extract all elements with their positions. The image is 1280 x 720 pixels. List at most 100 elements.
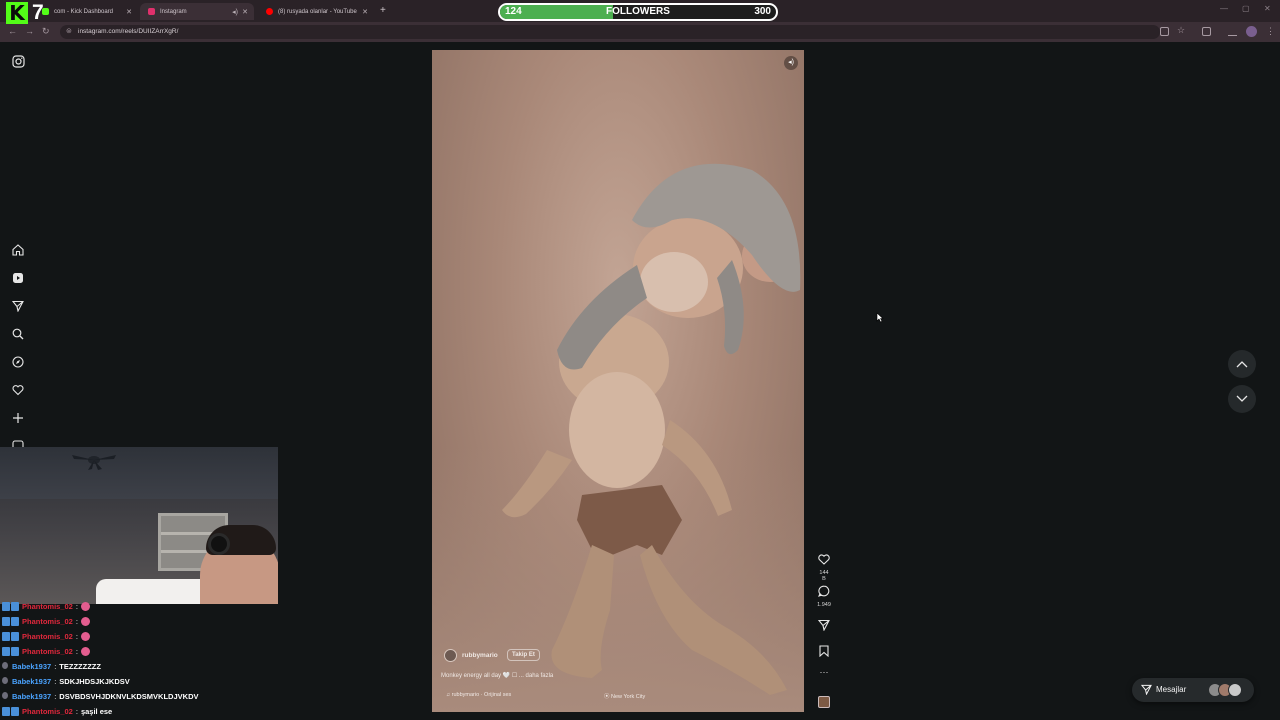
address-input[interactable]: ⊜ instagram.com/reels/DUIIZArrXgR/ (60, 25, 1160, 39)
follower-goal-bar: 124 FOLLOWERS 300 (498, 3, 778, 21)
window-close-icon[interactable]: ✕ (1264, 4, 1271, 13)
forward-icon[interactable]: → (25, 26, 34, 36)
bookmark-star-icon[interactable]: ☆ (1177, 25, 1185, 36)
tab-title: com - Kick Dashboard (54, 8, 114, 15)
tab-instagram[interactable]: Instagram ◂) ✕ (140, 3, 254, 20)
chat-message: Phantomis_02 : (2, 630, 90, 643)
media-icon[interactable] (1228, 27, 1237, 36)
chevron-down-icon (1236, 395, 1248, 402)
tab-kick-dashboard[interactable]: com - Kick Dashboard ✕ (34, 3, 138, 20)
reels-icon[interactable] (11, 271, 25, 285)
kick-number: 7 (32, 1, 44, 24)
save-button[interactable] (817, 644, 831, 662)
reload-icon[interactable]: ↻ (42, 26, 50, 37)
chat-username[interactable]: Phantomis_02 (22, 647, 73, 656)
maximize-icon[interactable]: ▢ (1242, 4, 1250, 13)
chat-text: TEZZZZZZZ (59, 662, 101, 671)
emote-icon (80, 647, 90, 656)
close-icon[interactable]: ✕ (126, 8, 132, 16)
menu-icon[interactable]: ⋮ (1266, 26, 1275, 37)
chat-message: Babek1937 : SDKJHDSJKJKDSV (2, 675, 130, 688)
subscriber-badge-icon (2, 707, 20, 716)
chat-username[interactable]: Phantomis_02 (22, 617, 73, 626)
tab-title: Instagram (160, 8, 187, 15)
follower-current: 124 (505, 6, 522, 17)
ceiling-fan-icon (72, 455, 116, 470)
heart-icon[interactable] (11, 383, 25, 397)
avatar (1228, 683, 1242, 697)
webcam-overlay (0, 447, 278, 604)
chat-username[interactable]: Phantomis_02 (22, 602, 73, 611)
minimize-icon[interactable]: — (1220, 4, 1228, 13)
subscriber-badge-icon (2, 602, 20, 611)
create-icon[interactable] (11, 411, 25, 425)
author-avatar[interactable] (444, 649, 457, 662)
reel-video[interactable] (432, 50, 804, 712)
author-username[interactable]: rubbymario (462, 652, 498, 659)
mute-icon[interactable]: ◂) (784, 56, 798, 70)
previous-reel-button[interactable] (1228, 350, 1256, 378)
address-toolbar: ← → ↻ ⊜ instagram.com/reels/DUIIZArrXgR/… (0, 22, 1280, 42)
cast-icon[interactable] (1160, 27, 1169, 36)
profile-avatar[interactable] (1246, 26, 1257, 37)
chat-message: Babek1937 : DSVBDSVHJDKNVLKDSMVKLDJVKDV (2, 690, 198, 703)
like-button[interactable]: 144 B (817, 552, 831, 582)
tab-title: (8) rusyada olanlar - YouTube (278, 8, 357, 15)
chat-text: SDKJHDSJKJKDSV (59, 677, 130, 686)
user-badge-icon (2, 692, 10, 701)
share-button[interactable] (817, 618, 831, 636)
headset-icon (208, 533, 230, 555)
instagram-favicon-icon (148, 8, 155, 15)
search-icon[interactable] (11, 327, 25, 341)
chat-message: Phantomis_02 : (2, 645, 90, 658)
subscriber-badge-icon (2, 617, 20, 626)
reel-location[interactable]: ⦿ New York City (604, 692, 645, 700)
chat-username[interactable]: Babek1937 (12, 677, 51, 686)
audio-label: rubbymario · Orijinal ses (451, 692, 512, 698)
close-icon[interactable]: ✕ (242, 8, 248, 16)
url-text: instagram.com/reels/DUIIZArrXgR/ (78, 28, 179, 35)
chat-username[interactable]: Phantomis_02 (22, 707, 73, 716)
like-count: 144 B (819, 570, 829, 582)
chat-username[interactable]: Babek1937 (12, 662, 51, 671)
site-info-icon[interactable]: ⊜ (66, 27, 72, 35)
new-tab-plus-icon[interactable]: + (380, 5, 386, 16)
comment-count: 1.949 (817, 602, 831, 608)
chat-username[interactable]: Babek1937 (12, 692, 51, 701)
home-icon[interactable] (11, 243, 25, 257)
speaker-icon[interactable]: ◂) (232, 8, 238, 16)
audio-thumbnail[interactable] (818, 696, 830, 708)
location-label: New York City (611, 694, 646, 700)
back-icon[interactable]: ← (8, 26, 17, 36)
chat-message: Phantomis_02 : (2, 600, 90, 613)
more-options-icon[interactable]: ··· (817, 668, 831, 677)
next-reel-button[interactable] (1228, 385, 1256, 413)
close-icon[interactable]: ✕ (362, 8, 368, 16)
follow-button[interactable]: Takip Et (507, 649, 540, 661)
mouse-cursor-icon (876, 312, 884, 323)
message-avatars (1208, 683, 1244, 697)
messages-button[interactable]: Mesajlar (1132, 678, 1254, 702)
chat-message: Babek1937 : TEZZZZZZZ (2, 660, 101, 673)
subscriber-badge-icon (2, 647, 20, 656)
extensions-icon[interactable] (1202, 27, 1211, 36)
chat-username[interactable]: Phantomis_02 (22, 632, 73, 641)
chat-text: şaşil ese (80, 707, 113, 716)
comment-button[interactable]: 1.949 (817, 584, 831, 608)
youtube-favicon-icon (266, 8, 273, 15)
monkey-image (502, 163, 801, 695)
reel-actions: 144 B 1.949 ··· (812, 552, 838, 712)
follower-label: FOLLOWERS (606, 6, 670, 17)
messages-label: Mesajlar (1156, 685, 1187, 694)
direct-icon[interactable] (11, 299, 25, 313)
follower-goal: 300 (754, 6, 771, 17)
reel-caption[interactable]: Monkey energy all day 🤍 ☐ ... daha fazla (441, 672, 553, 679)
emote-icon (80, 632, 90, 641)
chevron-up-icon (1236, 361, 1248, 368)
explore-icon[interactable] (11, 355, 25, 369)
emote-icon (80, 602, 90, 611)
reel-audio[interactable]: ♫ rubbymario · Orijinal ses (446, 692, 511, 698)
share-icon (817, 619, 830, 632)
instagram-icon[interactable] (11, 54, 25, 68)
tab-youtube[interactable]: (8) rusyada olanlar - YouTube ✕ (258, 3, 374, 20)
